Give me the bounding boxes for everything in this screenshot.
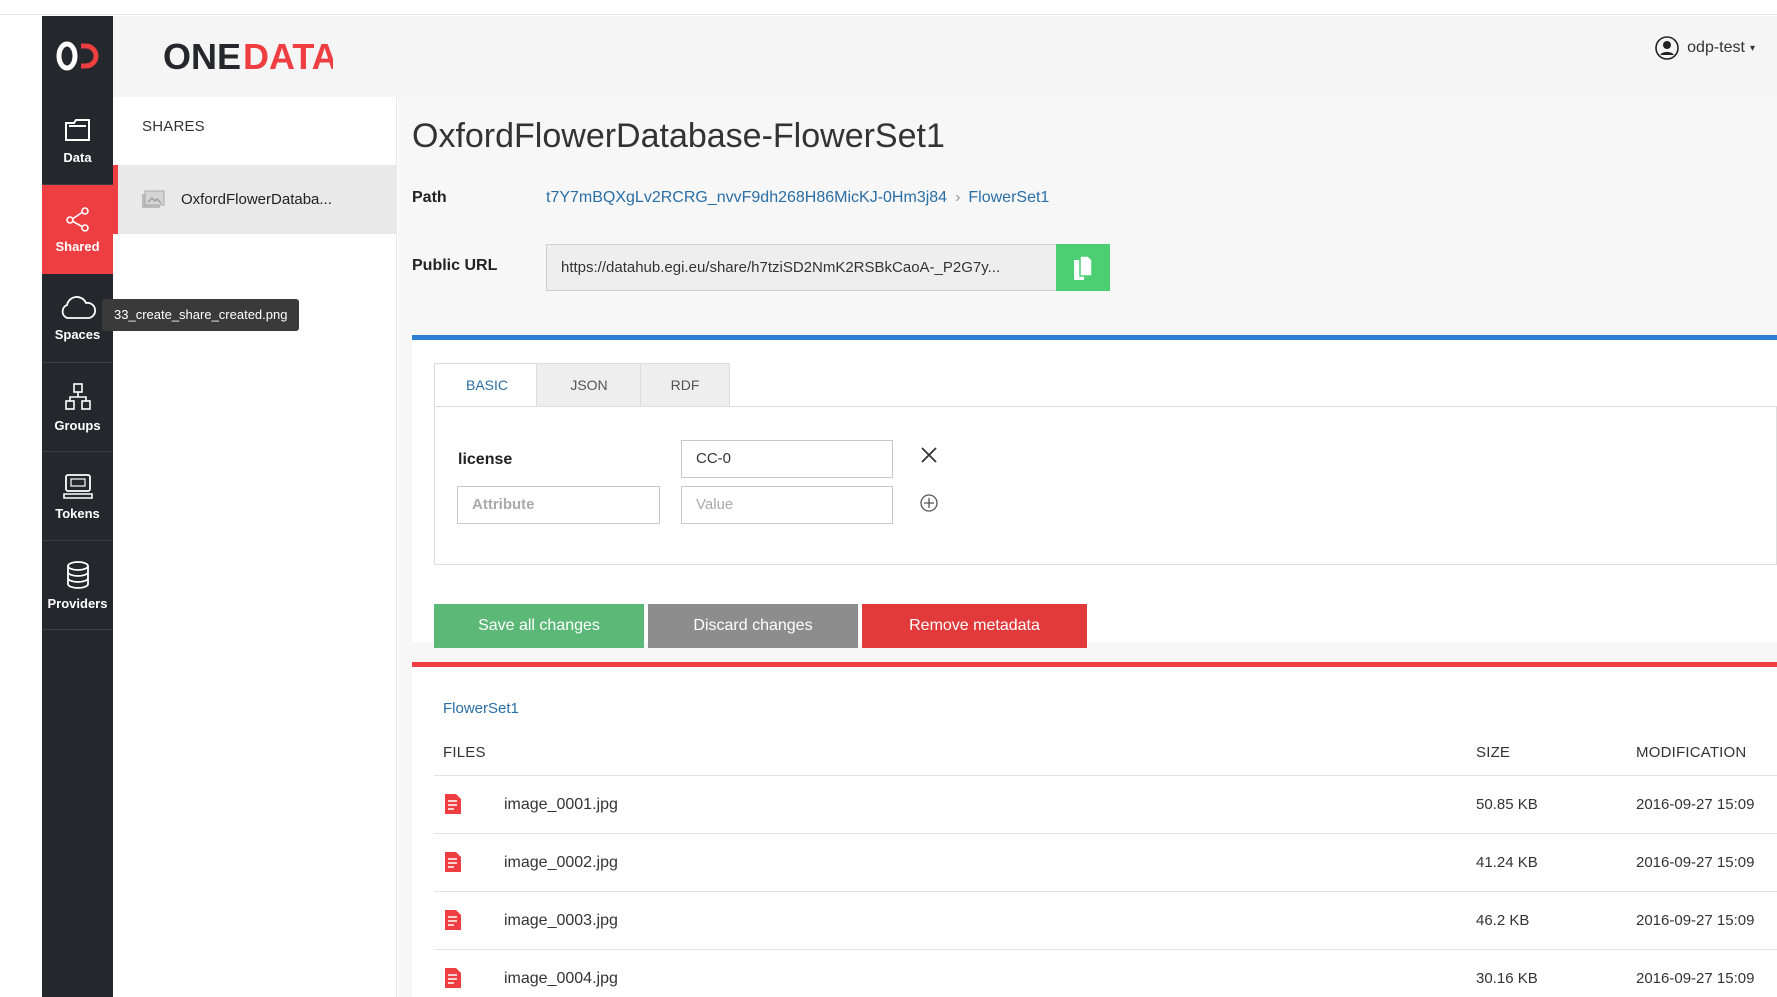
share-title: OxfordFlowerDatabase-FlowerSet1 — [412, 117, 945, 155]
new-value-input[interactable]: Value — [681, 486, 893, 524]
database-icon — [66, 560, 89, 589]
svg-text:DATA: DATA — [243, 37, 333, 75]
folder-icon — [64, 118, 90, 141]
onedata-logo-icon: ONE DATA — [163, 37, 333, 75]
tab-rdf[interactable]: RDF — [640, 363, 730, 407]
file-modified: 2016-09-27 15:09 — [1636, 854, 1755, 871]
table-row[interactable]: image_0001.jpg 50.85 KB 2016-09-27 15:09 — [434, 775, 1777, 833]
user-menu[interactable]: odp-test ▾ — [1655, 36, 1755, 60]
column-size-header[interactable]: SIZE — [1476, 744, 1510, 761]
files-table: image_0001.jpg 50.85 KB 2016-09-27 15:09… — [434, 775, 1777, 997]
files-breadcrumb[interactable]: FlowerSet1 — [443, 700, 519, 717]
tab-json[interactable]: JSON — [536, 363, 642, 407]
column-files-header[interactable]: FILES — [443, 744, 486, 761]
app-logo-mark[interactable] — [42, 16, 113, 96]
public-url-field[interactable]: https://datahub.egi.eu/share/h7tziSD2NmK… — [546, 244, 1056, 291]
file-name: image_0002.jpg — [504, 854, 618, 871]
nav-providers[interactable]: Providers — [42, 541, 113, 630]
onedata-mark-icon — [56, 41, 98, 71]
files-browser: FlowerSet1 FILES SIZE MODIFICATION image… — [412, 667, 1777, 997]
shares-heading: SHARES — [142, 118, 205, 135]
file-modified: 2016-09-27 15:09 — [1636, 970, 1755, 987]
new-attribute-input[interactable]: Attribute — [457, 486, 660, 524]
file-size: 46.2 KB — [1476, 912, 1530, 929]
remove-entry-icon[interactable] — [919, 445, 939, 465]
nav-groups[interactable]: Groups — [42, 363, 113, 452]
file-icon — [445, 794, 461, 814]
copy-icon — [1074, 254, 1093, 280]
share-details: OxfordFlowerDatabase-FlowerSet1 Path t7Y… — [398, 97, 1777, 997]
brand-logo[interactable]: ONE DATA — [163, 36, 333, 76]
metadata-key-license: license — [458, 451, 513, 468]
metadata-value-license-input[interactable]: CC-0 — [681, 440, 893, 478]
top-border — [0, 14, 1777, 15]
remove-metadata-button[interactable]: Remove metadata — [862, 604, 1087, 648]
file-size: 50.85 KB — [1476, 796, 1538, 813]
file-icon — [445, 968, 461, 988]
file-size: 30.16 KB — [1476, 970, 1538, 987]
save-all-changes-button[interactable]: Save all changes — [434, 604, 644, 648]
nav-label: Providers — [47, 595, 108, 611]
file-modified: 2016-09-27 15:09 — [1636, 796, 1755, 813]
svg-text:ONE: ONE — [163, 37, 241, 75]
top-header: ONE DATA odp-test ▾ — [113, 16, 1777, 97]
public-url-label: Public URL — [412, 257, 498, 274]
nav-data[interactable]: Data — [42, 96, 113, 185]
filename-tooltip: 33_create_share_created.png — [102, 299, 300, 331]
table-row[interactable]: image_0003.jpg 46.2 KB 2016-09-27 15:09 — [434, 891, 1777, 949]
discard-changes-button[interactable]: Discard changes — [648, 604, 858, 648]
tab-basic[interactable]: BASIC — [434, 363, 540, 407]
share-item-label: OxfordFlowerDataba... — [181, 191, 332, 208]
cloud-icon — [61, 295, 96, 319]
share-image-icon — [142, 190, 165, 208]
user-circle-icon — [1655, 36, 1679, 60]
caret-down-icon: ▾ — [1749, 42, 1755, 54]
share-list-item[interactable]: OxfordFlowerDataba... — [113, 165, 397, 234]
file-name: image_0004.jpg — [504, 970, 618, 987]
add-entry-icon[interactable] — [919, 493, 939, 513]
file-icon — [445, 910, 461, 930]
table-row[interactable]: image_0002.jpg 41.24 KB 2016-09-27 15:09 — [434, 833, 1777, 891]
main-nav-rail: Data Shared Spaces Groups Tokens Provide… — [42, 16, 113, 997]
copy-url-button[interactable] — [1056, 244, 1110, 291]
nav-shared[interactable]: Shared — [42, 185, 113, 274]
user-name: odp-test — [1687, 39, 1745, 56]
basic-metadata-panel: license CC-0 Attribute Value — [434, 406, 1777, 565]
table-row[interactable]: image_0004.jpg 30.16 KB 2016-09-27 15:09 — [434, 949, 1777, 997]
shares-list-panel: SHARES OxfordFlowerDataba... — [113, 97, 397, 997]
app-window: Data Shared Spaces Groups Tokens Provide… — [0, 0, 1777, 997]
metadata-section: BASIC JSON RDF license CC-0 Attribute Va… — [412, 340, 1777, 648]
file-name: image_0001.jpg — [504, 796, 618, 813]
nav-label: Data — [63, 149, 92, 165]
nav-label: Spaces — [54, 326, 101, 342]
path-root-link[interactable]: t7Y7mBQXgLv2RCRG_nvvF9dh268H86MicKJ-0Hm3… — [546, 189, 947, 206]
nav-label: Shared — [55, 238, 100, 254]
nav-tokens[interactable]: Tokens — [42, 452, 113, 541]
column-modification-header[interactable]: MODIFICATION — [1636, 744, 1746, 761]
groups-icon — [64, 382, 91, 410]
path-label: Path — [412, 189, 447, 206]
file-name: image_0003.jpg — [504, 912, 618, 929]
share-icon — [65, 206, 89, 232]
token-icon — [62, 473, 93, 499]
file-icon — [445, 852, 461, 872]
nav-label: Groups — [54, 417, 101, 433]
chevron-right-icon: › — [955, 189, 961, 206]
file-size: 41.24 KB — [1476, 854, 1538, 871]
path-leaf-link[interactable]: FlowerSet1 — [968, 189, 1049, 206]
file-modified: 2016-09-27 15:09 — [1636, 912, 1755, 929]
path-breadcrumb: t7Y7mBQXgLv2RCRG_nvvF9dh268H86MicKJ-0Hm3… — [546, 189, 1049, 207]
nav-label: Tokens — [55, 505, 100, 521]
